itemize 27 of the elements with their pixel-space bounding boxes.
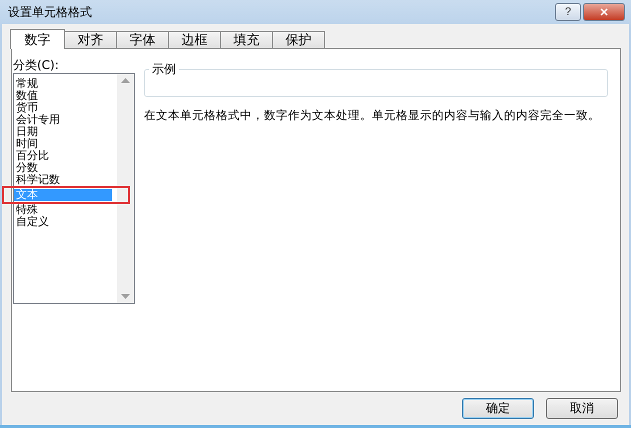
cancel-button[interactable]: 取消 — [546, 398, 618, 419]
category-item[interactable]: 科学记数 — [14, 174, 117, 186]
category-item[interactable]: 分数 — [14, 162, 117, 174]
ok-button[interactable]: 确定 — [462, 398, 534, 419]
category-item[interactable]: 日期 — [14, 126, 117, 138]
tab[interactable]: 对齐 — [64, 31, 117, 48]
scroll-up-icon[interactable] — [121, 78, 130, 83]
scroll-down-icon[interactable] — [121, 294, 130, 299]
category-item[interactable]: 自定义 — [14, 216, 117, 228]
description-text: 在文本单元格格式中，数字作为文本处理。单元格显示的内容与输入的内容完全一致。 — [144, 108, 601, 123]
tab[interactable]: 保护 — [272, 31, 325, 48]
category-item[interactable]: 数值 — [14, 90, 117, 102]
category-item[interactable]: 百分比 — [14, 150, 117, 162]
tab[interactable]: 填充 — [220, 31, 273, 48]
help-button[interactable]: ? — [555, 3, 581, 21]
scrollbar[interactable] — [117, 74, 134, 303]
category-item[interactable]: 货币 — [14, 102, 117, 114]
sample-title: 示例 — [149, 61, 179, 78]
category-item[interactable]: 特殊 — [14, 204, 117, 216]
category-label: 分类(C): — [13, 57, 60, 73]
tab[interactable]: 字体 — [116, 31, 169, 48]
tab[interactable]: 数字 — [10, 29, 65, 49]
category-item[interactable]: 会计专用 — [14, 114, 117, 126]
window-title: 设置单元格格式 — [8, 4, 93, 20]
category-item[interactable]: 时间 — [14, 138, 117, 150]
tab[interactable]: 边框 — [168, 31, 221, 48]
category-item[interactable]: 常规 — [14, 78, 117, 90]
